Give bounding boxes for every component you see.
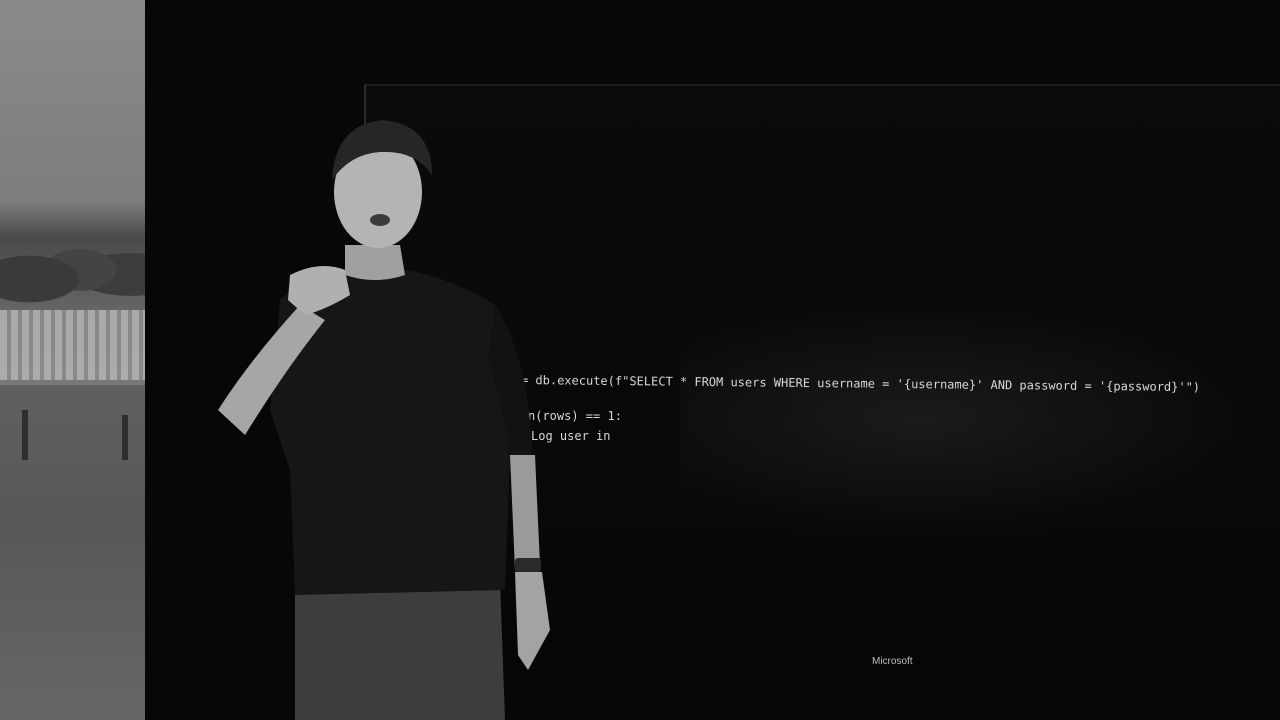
presenter-mouth (370, 214, 390, 226)
fence-post (22, 410, 28, 460)
picket-fence (0, 310, 145, 380)
trees-background (0, 225, 145, 315)
screen-glare (680, 300, 1280, 540)
presenter-right-forearm (510, 455, 540, 570)
presenter-right-hand (515, 572, 550, 670)
fence-post (122, 415, 128, 460)
presenter-jeans (295, 580, 505, 720)
monitor-brand-label: Microsoft (872, 656, 913, 667)
presenter-neck (345, 245, 405, 280)
presenter-figure (218, 120, 550, 720)
wrist-watch-icon (515, 558, 541, 572)
backyard-photo-strip (0, 0, 145, 720)
